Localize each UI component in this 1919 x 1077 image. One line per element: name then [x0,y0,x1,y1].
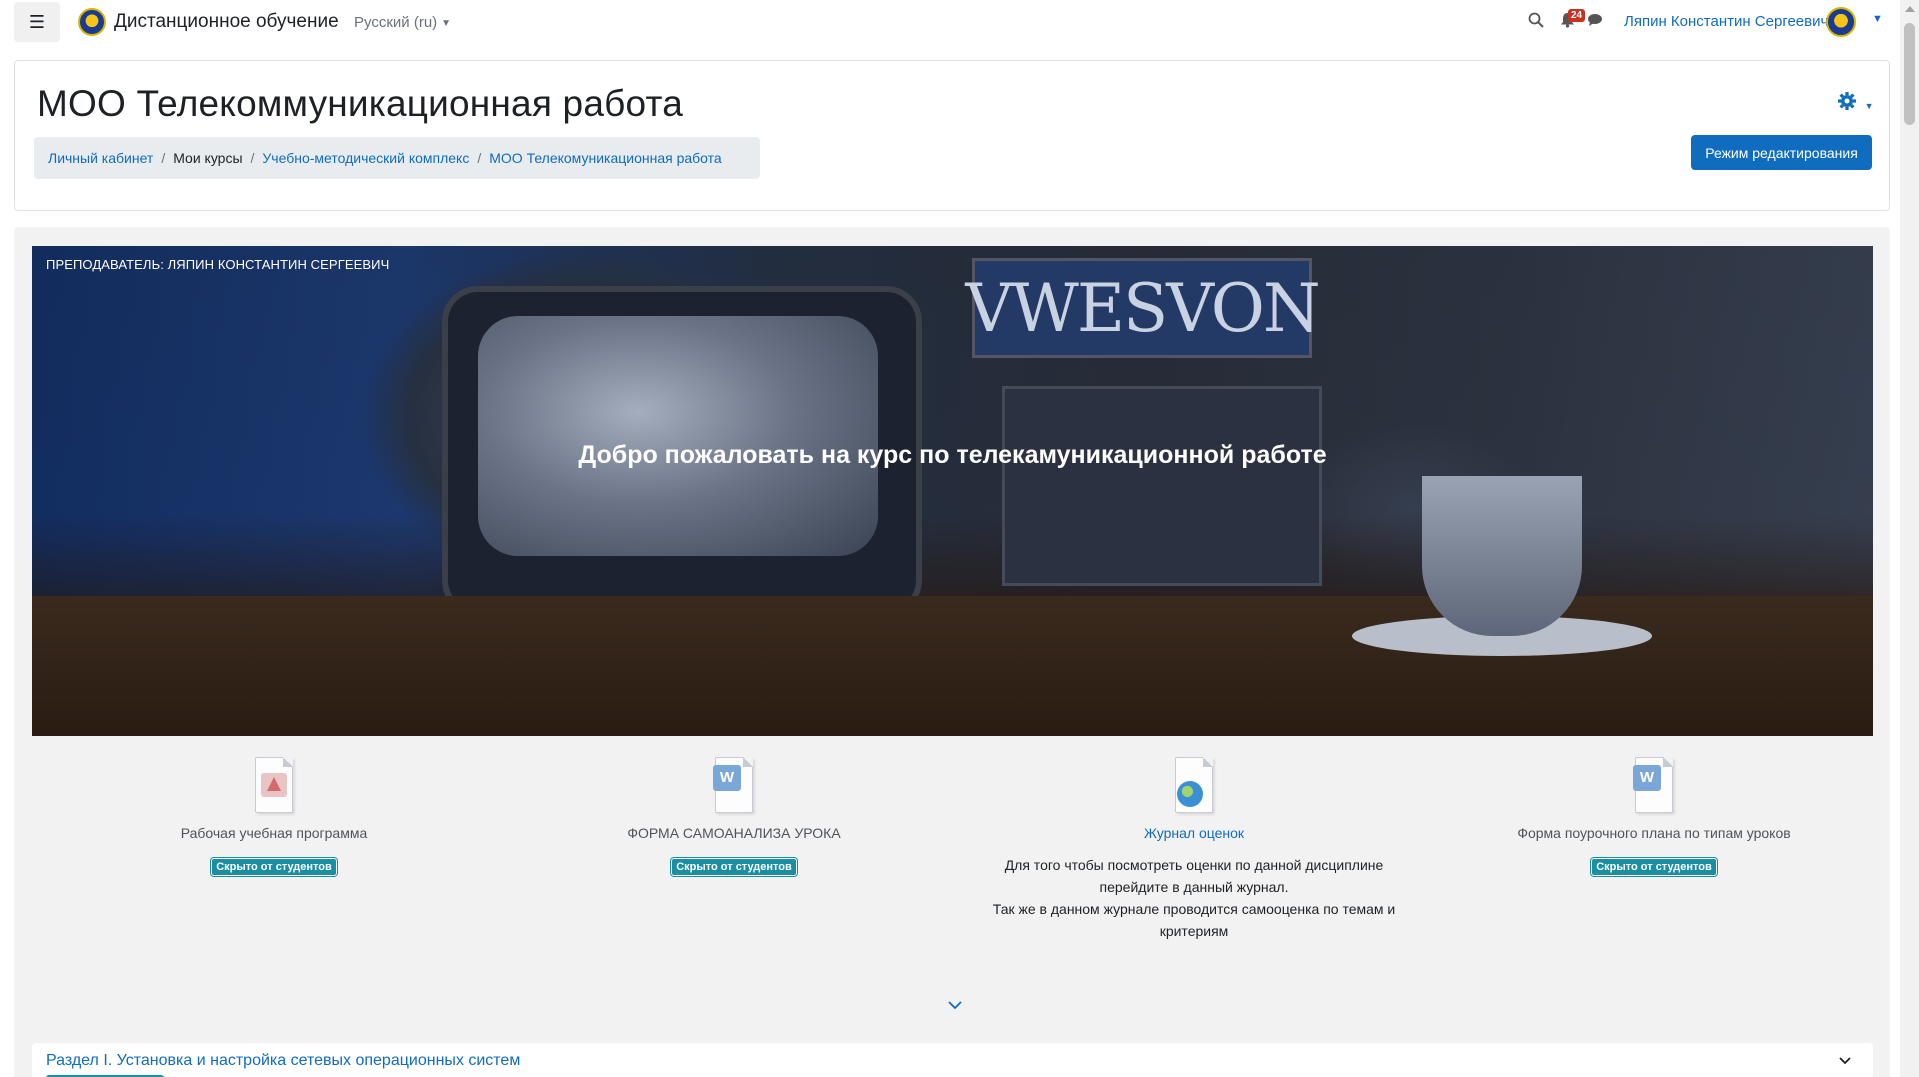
activity-tile[interactable]: Журнал оценок Для того чтобы посмотреть … [974,757,1414,942]
gear-icon [1837,92,1863,116]
page-title: МОО Телекоммуникационная работа [37,83,683,124]
activity-title[interactable]: ФОРМА САМОАНАЛИЗА УРОКА [514,825,954,841]
caret-down-icon: ▼ [441,17,452,29]
activity-title-link[interactable]: Журнал оценок [974,825,1414,841]
breadcrumb-separator: / [477,150,482,166]
user-menu-name[interactable]: Ляпин Константин Сергеевич [1624,13,1828,30]
top-navbar: ☰ Дистанционное обучение Русский (ru) ▼ 2… [0,0,1900,47]
search-icon[interactable] [1528,12,1544,33]
site-logo [78,8,106,36]
activity-title[interactable]: Рабочая учебная программа [54,825,494,841]
breadcrumb-item-course[interactable]: МОО Телекомуникационная работа [489,150,721,166]
word-file-icon: W [1631,757,1677,815]
pdf-file-icon [251,757,297,815]
chevron-down-icon[interactable] [1839,1052,1851,1068]
banner-table-image [32,596,1873,736]
language-menu[interactable]: Русский (ru) ▼ [354,14,451,31]
description-line: критериям [1159,923,1229,939]
breadcrumb: Личный кабинет / Мои курсы / Учебно-мето… [34,137,760,179]
course-settings-menu[interactable]: ▼ [1837,91,1873,117]
banner-cup-image [1422,476,1582,636]
welcome-heading: Добро пожаловать на курс по телекамуника… [578,441,1327,469]
word-file-icon: W [711,757,757,815]
breadcrumb-separator: / [250,150,255,166]
course-section: Раздел I. Установка и настройка сетевых … [32,1043,1873,1077]
hidden-from-students-badge: Скрыто от студентов [671,858,797,876]
scroll-up-arrow-icon[interactable] [1905,6,1915,12]
language-label: Русский (ru) [354,14,438,31]
activity-tile[interactable]: Рабочая учебная программа Скрыто от студ… [54,757,494,876]
page-header: МОО Телекоммуникационная работа Личный к… [14,60,1890,211]
site-name: Дистанционное обучение [114,11,339,32]
description-line: Так же в данном журнале проводится самоо… [992,901,1396,917]
breadcrumb-item-dashboard[interactable]: Личный кабинет [48,150,153,166]
hidden-from-students-badge: Скрыто от студентов [211,858,337,876]
activity-tile[interactable]: W ФОРМА САМОАНАЛИЗА УРОКА Скрыто от студ… [514,757,954,876]
banner-speaker-image [1002,386,1322,586]
chevron-down-icon[interactable]: ▼ [1872,13,1883,25]
avatar[interactable] [1826,7,1856,37]
caret-down-icon: ▼ [1864,100,1874,111]
scrollbar-thumb[interactable] [1904,23,1915,125]
course-content: VWESVON ПРЕПОДАВАТЕЛЬ: ЛЯПИН КОНСТАНТИН … [14,227,1890,1077]
web-page-icon [1171,757,1217,815]
menu-icon: ☰ [28,11,46,32]
edit-mode-button[interactable]: Режим редактирования [1691,135,1872,170]
hidden-from-students-badge: Скрыто от студентов [1591,858,1717,876]
activity-description: Для того чтобы посмотреть оценки по данн… [974,854,1414,942]
breadcrumb-item-my-courses: Мои курсы [173,150,243,166]
chevron-down-icon[interactable] [948,997,962,1015]
chat-icon[interactable] [1587,13,1603,32]
banner-sign: VWESVON [965,258,1321,358]
description-line: Для того чтобы посмотреть оценки по данн… [1004,857,1384,873]
teacher-caption: ПРЕПОДАВАТЕЛЬ: ЛЯПИН КОНСТАНТИН СЕРГЕЕВИ… [46,257,390,272]
description-line: перейдите в данный журнал. [1099,879,1289,895]
notification-count-badge: 24 [1568,9,1586,22]
menu-toggle-button[interactable]: ☰ [14,2,60,42]
site-brand[interactable]: Дистанционное обучение [78,8,339,36]
page-scrollbar[interactable] [1900,0,1919,1077]
activity-title[interactable]: Форма поурочного плана по типам уроков [1434,825,1874,841]
course-banner: VWESVON ПРЕПОДАВАТЕЛЬ: ЛЯПИН КОНСТАНТИН … [32,246,1873,736]
activity-tile[interactable]: W Форма поурочного плана по типам уроков… [1434,757,1874,876]
section-title-link[interactable]: Раздел I. Установка и настройка сетевых … [46,1052,520,1070]
breadcrumb-item-category[interactable]: Учебно-методический комплекс [262,150,469,166]
breadcrumb-separator: / [161,150,166,166]
